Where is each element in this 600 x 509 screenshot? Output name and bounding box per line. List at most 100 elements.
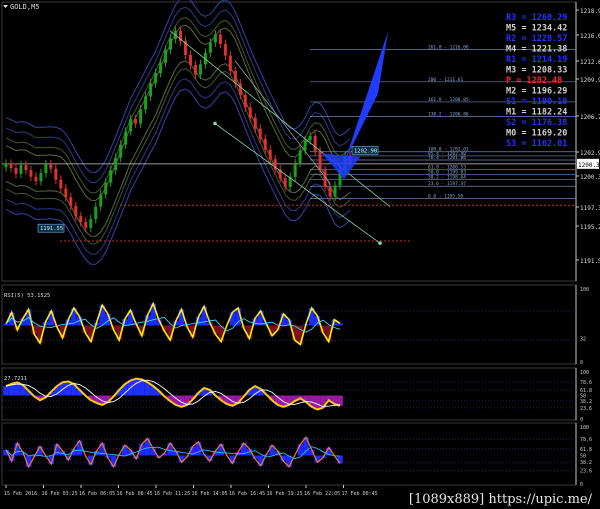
x-tick-label: 16 Feb 14:05	[192, 491, 228, 497]
candle-body	[139, 109, 143, 124]
osc-histogram-bar	[297, 444, 304, 456]
osc-tick-label: 61.8	[580, 447, 592, 453]
high-box-label: 1202.90	[354, 148, 377, 154]
x-tick-label: 17 Feb 00:45	[342, 491, 378, 497]
candle-body	[49, 164, 53, 169]
fib-label: 200 - 1211.61	[428, 77, 464, 83]
price-tick-label: 1206.75	[580, 114, 600, 121]
pivot-label: P = 1202.48	[506, 76, 562, 86]
candle-body	[89, 219, 93, 228]
candle-body	[303, 140, 307, 151]
osc-tick-label: 100	[580, 425, 589, 431]
x-tick-label: 16 Feb 16:45	[229, 491, 265, 497]
stoch-tick-label: 78.6	[580, 380, 592, 386]
candle-body	[19, 165, 23, 174]
candle-body	[79, 216, 83, 222]
x-tick-label: 16 Feb 11:25	[154, 491, 190, 497]
stoch-tick-label: 38.2	[580, 399, 592, 405]
candle-body	[44, 164, 48, 174]
candle-body	[328, 186, 332, 197]
watermark: [1089x889] https://upic.me/	[406, 492, 594, 507]
fib-label: 76.4 - 1201.86	[428, 155, 466, 161]
candle-body	[268, 149, 272, 160]
pivot-label: R1 = 1214.19	[506, 55, 567, 65]
candle-body	[208, 42, 212, 53]
candle-body	[293, 162, 297, 177]
x-tick-label: 16 Feb 22:05	[304, 491, 340, 497]
candle-body	[318, 151, 322, 171]
stoch-tick-label: 0	[580, 417, 583, 423]
fib-label: 261.8 - 1216.06	[428, 44, 469, 50]
trend-line-endpoint	[213, 121, 217, 126]
rsi-label: RSI(5) 53.1525	[4, 293, 50, 299]
candle-body	[109, 170, 113, 183]
x-tick-label: 15 Feb 2016	[4, 491, 37, 497]
candle-body	[313, 135, 317, 152]
fib-label: 0.0 - 1195.50	[428, 194, 464, 200]
candle-body	[258, 128, 262, 139]
stoch-tick-label: 23.6	[580, 406, 592, 412]
rsi-tick-label: 32	[580, 337, 586, 343]
candle-body	[39, 173, 43, 182]
candle-body	[248, 107, 252, 118]
x-tick-label: 16 Feb 08:45	[117, 491, 153, 497]
candle-body	[263, 138, 267, 150]
x-tick-label: 16 Feb 03:25	[42, 491, 78, 497]
rsi-histogram-bar	[3, 324, 9, 326]
rsi-tick-label: 0	[580, 360, 583, 366]
price-tick-label: 1191.55	[580, 258, 600, 265]
rsi-histogram-bar	[337, 323, 343, 326]
price-tick-label: 1212.60	[580, 59, 600, 66]
pivot-label: M2 = 1196.29	[506, 87, 567, 97]
candle-body	[104, 182, 108, 195]
candle-body	[218, 34, 222, 44]
stoch-histogram-bar	[65, 381, 72, 396]
fib-label: 61.8 - 1200.53	[428, 164, 466, 170]
candle-body	[333, 185, 337, 197]
fib-label: 38.2 - 1198.64	[428, 175, 466, 181]
candle-body	[9, 163, 13, 168]
trading-chart[interactable]: 1218.95 1216.05 1212.60 1209.95 1206.75 1202.…	[0, 0, 600, 509]
candle-body	[188, 54, 192, 66]
osc-tick-label: 78.6	[580, 437, 592, 443]
candle-body	[213, 34, 217, 43]
stoch-label: 27.7211	[4, 376, 27, 382]
fib-label: 138.2 - 1206.86	[428, 111, 469, 117]
x-tick-label: 16 Feb 06:05	[79, 491, 115, 497]
candle-body	[114, 157, 118, 171]
fib-label: 23.6 - 1197.47	[428, 181, 466, 187]
candle-body	[99, 194, 103, 207]
candle-body	[169, 38, 173, 50]
stoch-tick-label: 100	[580, 370, 589, 376]
candle-body	[233, 70, 237, 84]
candle-body	[149, 83, 153, 97]
candle-body	[64, 188, 68, 198]
candle-body	[74, 205, 78, 217]
candle-body	[253, 117, 257, 129]
candle-body	[134, 119, 138, 124]
candle-body	[243, 95, 247, 108]
candle-body	[308, 135, 312, 141]
candle-body	[283, 178, 287, 187]
candle-body	[69, 197, 73, 206]
candle-body	[228, 55, 232, 71]
price-tick-label: 1209.95	[580, 77, 600, 84]
candle-body	[223, 43, 227, 56]
rsi-tick-label: 100	[580, 287, 589, 293]
osc-tick-label: 50	[580, 454, 586, 460]
candle-body	[124, 131, 128, 145]
candle-body	[84, 222, 88, 228]
pivot-label: M1 = 1182.24	[506, 108, 567, 118]
candle-body	[29, 170, 33, 177]
candle-body	[298, 150, 302, 163]
candle-body	[193, 65, 197, 75]
pivot-label: S2 = 1176.38	[506, 118, 567, 128]
price-tick-label: 1202.90	[580, 150, 600, 157]
candle-body	[24, 165, 28, 171]
candle-body	[164, 49, 168, 63]
candle-body	[154, 73, 158, 84]
candle-body	[119, 144, 123, 158]
osc-tick-label: 23.6	[580, 469, 592, 475]
pivot-label: S3 = 1162.01	[506, 139, 567, 149]
current-price-marker: 1200.37	[578, 162, 600, 169]
